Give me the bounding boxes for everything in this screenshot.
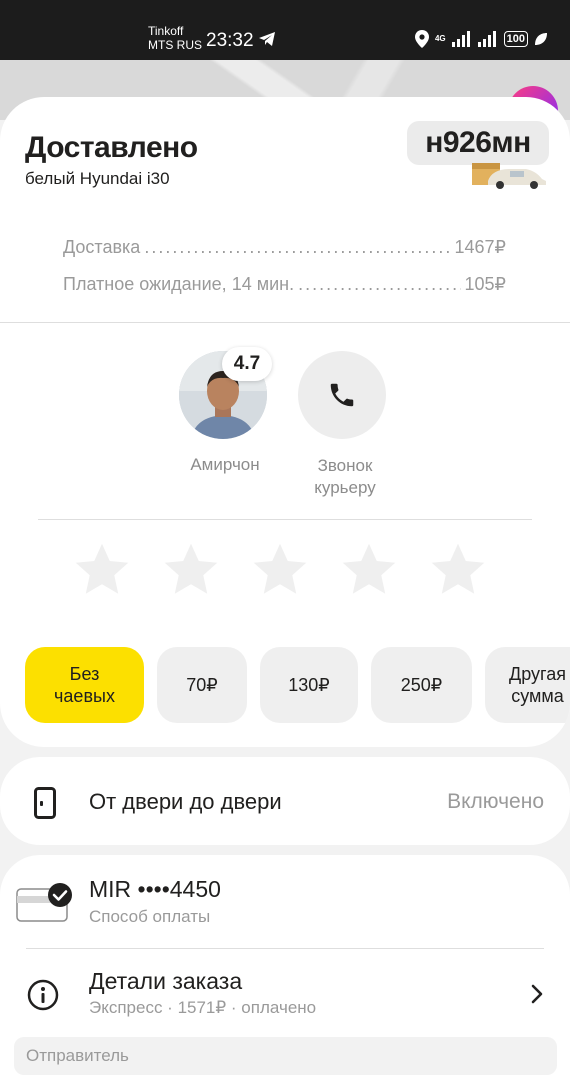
rating-stars	[72, 540, 488, 600]
courier-rating-badge: 4.7	[222, 347, 272, 381]
signal-icon	[451, 31, 470, 47]
tip-label: 250₽	[400, 675, 443, 695]
carrier-name: Tinkoff	[148, 24, 184, 38]
dot-leader	[144, 237, 450, 258]
network-type: 4G	[434, 34, 446, 43]
divider	[26, 948, 544, 949]
tip-custom-button[interactable]: Другая сумма	[485, 647, 570, 723]
phone-icon	[330, 383, 354, 407]
leaf-icon	[535, 33, 547, 45]
star-icon[interactable]	[72, 540, 132, 600]
dot-leader	[298, 274, 460, 295]
cost-row-waiting: Платное ожидание, 14 мин. 105₽	[63, 274, 506, 295]
star-icon[interactable]	[339, 540, 399, 600]
order-details-subtitle: Экспресс · 1571₽ · оплачено	[89, 998, 317, 1017]
tip-label: Другая	[509, 664, 566, 684]
order-card: Доставлено белый Hyundai i30 н926мн Дост…	[0, 97, 570, 747]
courier-name: Амирчон	[190, 455, 260, 474]
tip-label: Без	[69, 664, 100, 684]
call-label-line1: Звонок	[317, 456, 373, 475]
tip-250-button[interactable]: 250₽	[371, 647, 472, 723]
tip-none-button[interactable]: Без чаевых	[25, 647, 144, 723]
divider	[38, 519, 532, 520]
credit-card-check-icon	[16, 883, 72, 922]
cost-row-delivery: Доставка 1467₽	[63, 237, 506, 258]
payment-subtitle: Способ оплаты	[89, 907, 211, 926]
order-status-title: Доставлено	[25, 131, 198, 164]
tip-130-button[interactable]: 130₽	[260, 647, 358, 723]
door-to-door-state: Включено	[447, 790, 544, 813]
status-bar: Tinkoff MTS RUS 23:32 4G 100	[0, 0, 570, 60]
tip-70-button[interactable]: 70₽	[157, 647, 247, 723]
tip-options: Без чаевых 70₽ 130₽ 250₽ Другая сумма	[25, 647, 570, 723]
order-details-title[interactable]: Детали заказа	[89, 968, 242, 995]
divider	[0, 322, 570, 323]
star-icon[interactable]	[161, 540, 221, 600]
car-description: белый Hyundai i30	[25, 169, 170, 188]
signal-icon-2	[477, 31, 496, 47]
call-courier-button[interactable]	[298, 351, 386, 439]
tip-label: чаевых	[54, 686, 115, 706]
tip-label: 70₽	[186, 675, 218, 695]
tip-label: сумма	[511, 686, 564, 706]
car-with-box-icon	[472, 163, 546, 189]
carrier-network: MTS RUS	[148, 38, 202, 52]
door-to-door-row[interactable]: От двери до двери Включено	[0, 757, 570, 845]
payment-card: MIR ••••4450 Способ оплаты Детали заказа…	[0, 855, 570, 1091]
star-icon[interactable]	[428, 540, 488, 600]
call-label-line2: курьеру	[314, 478, 376, 497]
door-to-door-label: От двери до двери	[89, 789, 282, 814]
tip-label: 130₽	[288, 675, 330, 695]
cost-label: Платное ожидание, 14 мин.	[63, 274, 295, 294]
battery-indicator: 100	[503, 31, 528, 47]
clock: 23:32	[206, 30, 254, 51]
telegram-icon	[259, 32, 275, 46]
cost-amount: 1467₽	[454, 237, 507, 257]
cost-amount: 105₽	[464, 274, 506, 294]
sender-label: Отправитель	[26, 1046, 129, 1065]
location-icon	[414, 30, 429, 48]
cost-label: Доставка	[63, 237, 141, 257]
payment-method[interactable]: MIR ••••4450	[89, 876, 221, 903]
carrier-info: Tinkoff MTS RUS	[148, 24, 202, 52]
call-courier-label: Звонок курьеру	[282, 455, 408, 499]
chevron-right-icon[interactable]	[530, 983, 544, 1005]
sender-section[interactable]: Отправитель	[14, 1037, 557, 1075]
door-icon	[34, 787, 56, 819]
info-icon	[27, 979, 59, 1011]
star-icon[interactable]	[250, 540, 310, 600]
